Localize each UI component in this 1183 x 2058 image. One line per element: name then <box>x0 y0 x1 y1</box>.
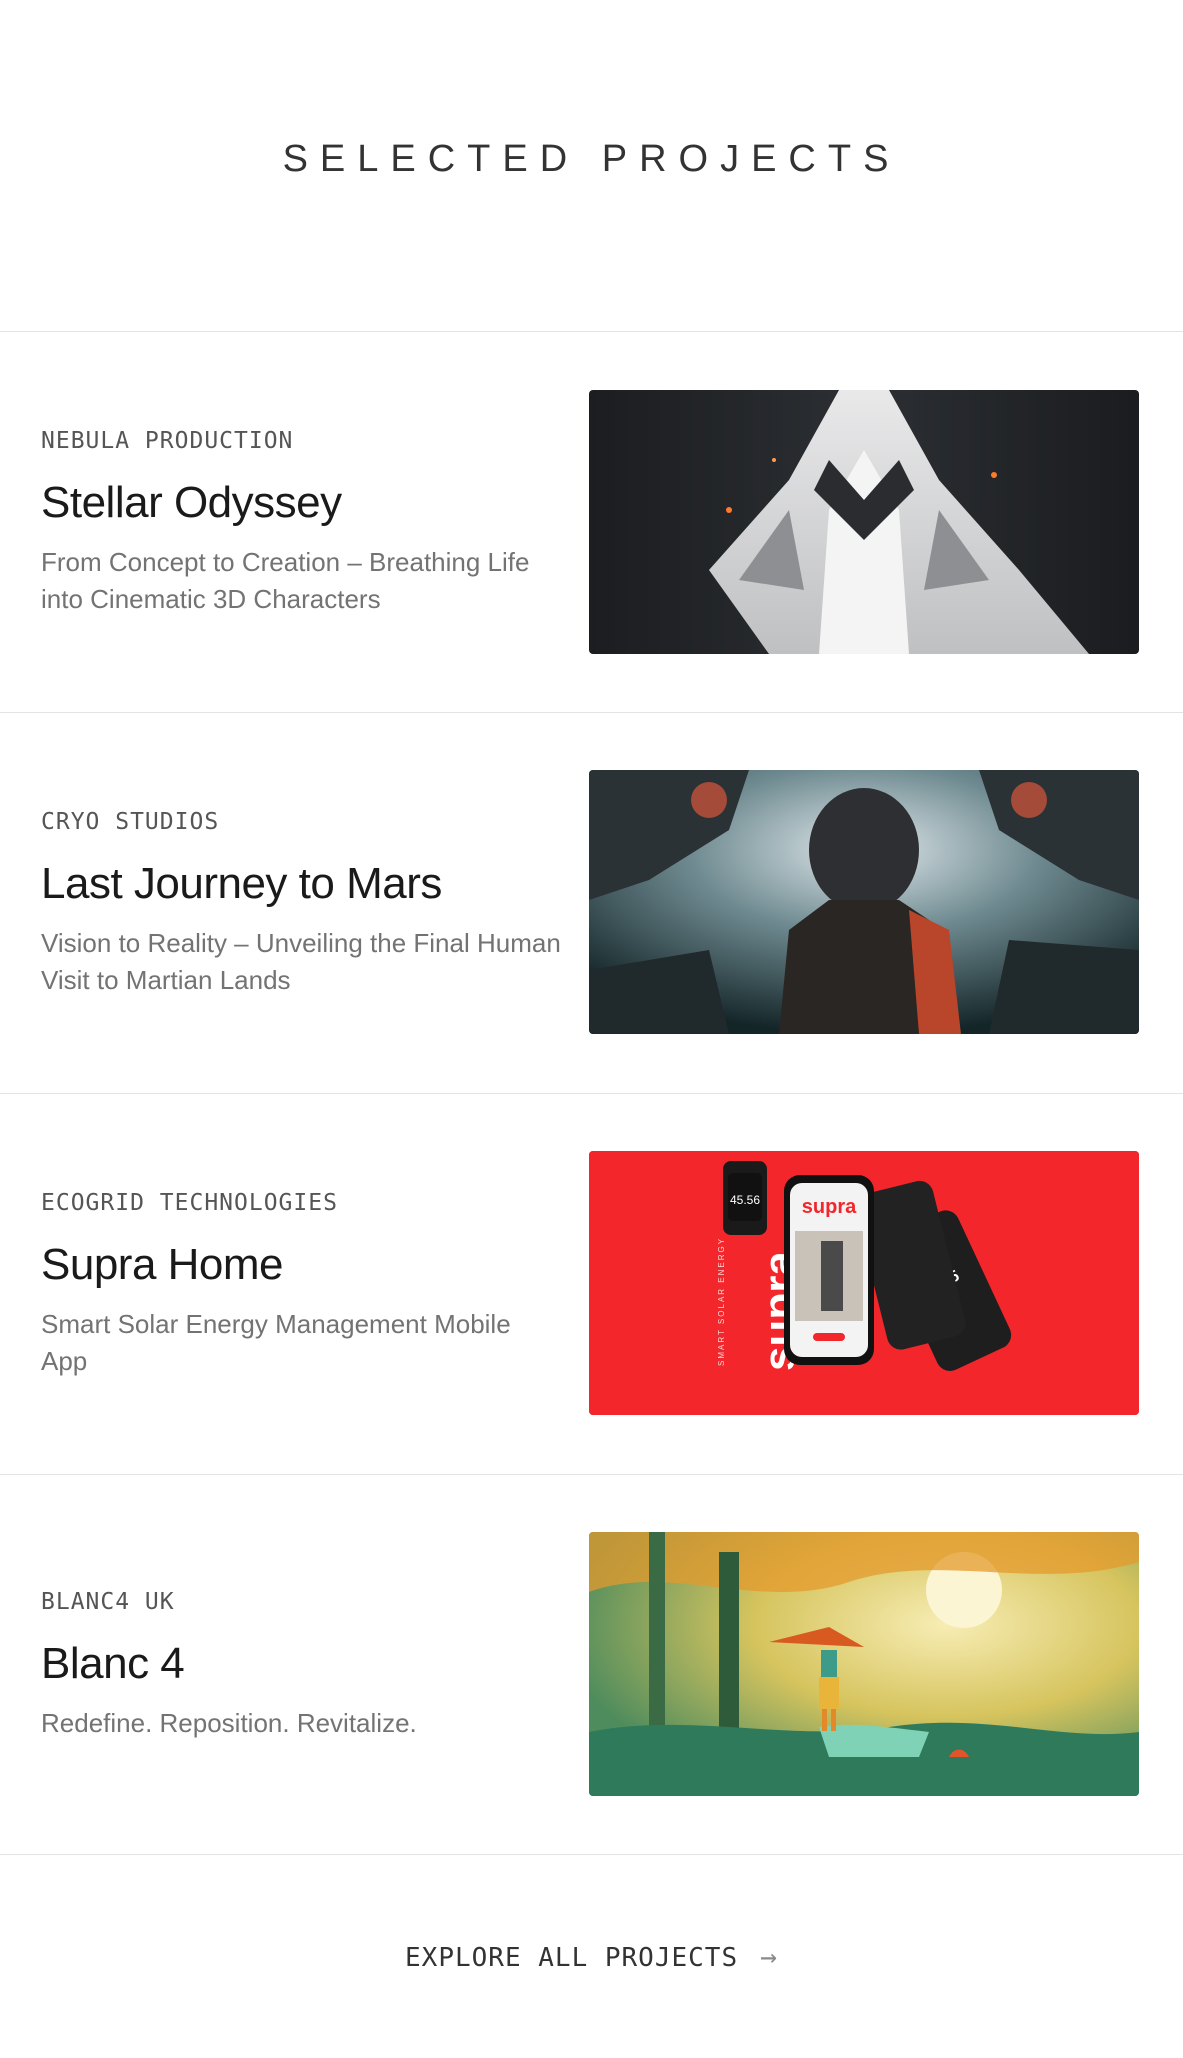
project-image[interactable] <box>589 1532 1139 1796</box>
project-title[interactable]: Blanc 4 <box>41 1639 561 1689</box>
project-description: Redefine. Reposition. Revitalize. <box>41 1708 417 1738</box>
svg-text:supra: supra <box>802 1196 857 1218</box>
project-title[interactable]: Supra Home <box>41 1240 561 1290</box>
project-image[interactable] <box>589 390 1139 654</box>
svg-text:45.56: 45.56 <box>730 1193 760 1207</box>
section-title: SELECTED PROJECTS <box>282 138 901 180</box>
project-card-last-journey[interactable]: CRYO STUDIOS Last Journey to Mars Vision… <box>0 713 1183 1093</box>
arrow-right-icon: → <box>760 1940 778 1973</box>
divider <box>0 1854 1183 1855</box>
project-image[interactable] <box>589 770 1139 1034</box>
project-card-blanc-4[interactable]: BLANC4 UK Blanc 4 Redefine. Reposition. … <box>0 1475 1183 1855</box>
project-description: Smart Solar Energy Management Mobile App <box>41 1309 511 1376</box>
explore-all-projects-link[interactable]: EXPLORE ALL PROJECTS → <box>0 1940 1183 1973</box>
project-card-stellar-odyssey[interactable]: NEBULA PRODUCTION Stellar Odyssey From C… <box>0 332 1183 712</box>
project-title[interactable]: Last Journey to Mars <box>41 859 561 909</box>
explore-label: EXPLORE ALL PROJECTS <box>405 1943 739 1973</box>
project-description: Vision to Reality – Unveiling the Final … <box>41 928 561 995</box>
project-client: CRYO STUDIOS <box>41 809 220 835</box>
project-title[interactable]: Stellar Odyssey <box>41 478 561 528</box>
project-client: ECOGRID TECHNOLOGIES <box>41 1190 338 1216</box>
project-client: NEBULA PRODUCTION <box>41 428 294 454</box>
projects-page: SELECTED PROJECTS NEBULA PRODUCTION Stel… <box>0 0 1183 2058</box>
project-image[interactable]: 45.56 supra SMART SOLAR ENERGY 3.65 supr… <box>589 1151 1139 1415</box>
project-description: From Concept to Creation – Breathing Lif… <box>41 547 530 614</box>
project-card-supra-home[interactable]: ECOGRID TECHNOLOGIES Supra Home Smart So… <box>0 1094 1183 1474</box>
svg-text:SMART SOLAR ENERGY: SMART SOLAR ENERGY <box>717 1237 726 1366</box>
project-client: BLANC4 UK <box>41 1589 175 1615</box>
